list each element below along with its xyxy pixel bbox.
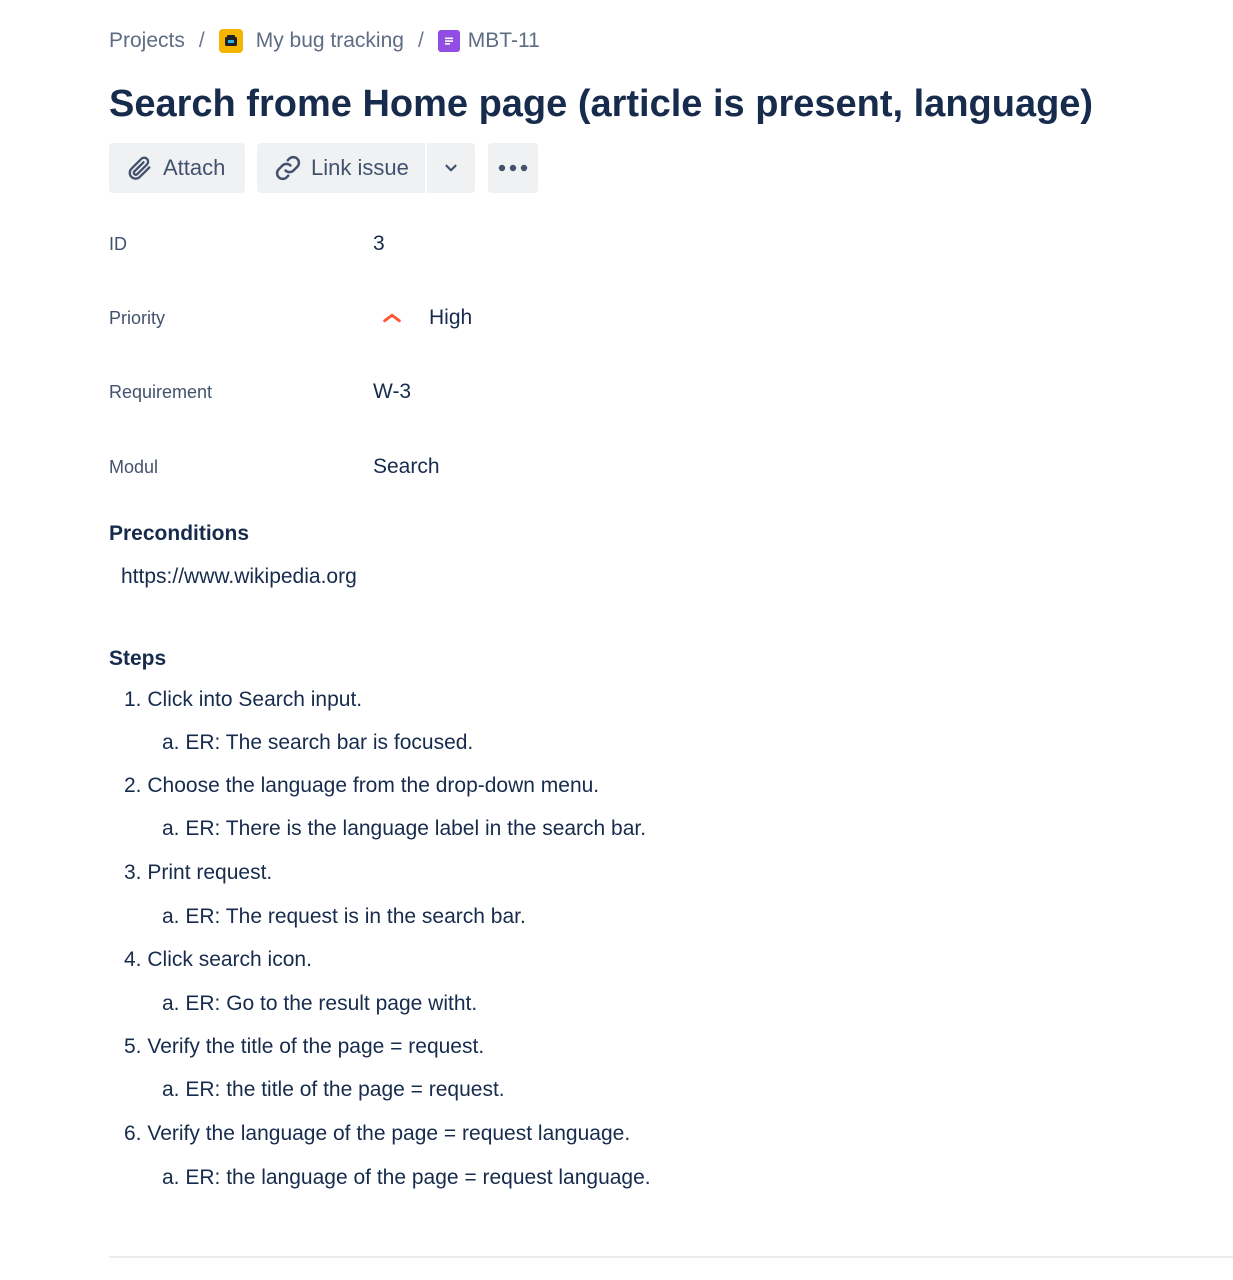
- story-icon: [437, 30, 460, 52]
- field-id-label: ID: [109, 233, 127, 254]
- breadcrumb-issue-key: MBT-11: [467, 29, 540, 52]
- preconditions-heading: Preconditions: [109, 522, 250, 545]
- field-id: ID 3: [109, 229, 385, 259]
- step-item: 3. Print request.: [124, 861, 272, 885]
- steps-heading: Steps: [109, 647, 167, 670]
- link-issue-button[interactable]: Link issue: [257, 143, 425, 193]
- field-id-value[interactable]: 3: [373, 232, 385, 256]
- step-expected-result: a. ER: Go to the result page witht.: [162, 992, 478, 1015]
- field-requirement: Requirement W-3: [109, 377, 411, 407]
- step-expected-result: a. ER: The request is in the search bar.: [162, 905, 526, 928]
- step-expected-result: a. ER: The search bar is focused.: [162, 731, 474, 754]
- breadcrumb-project[interactable]: My bug tracking: [218, 29, 404, 53]
- step-text: Verify the language of the page = reques…: [147, 1122, 631, 1145]
- breadcrumb-project-label: My bug tracking: [255, 29, 404, 52]
- link-issue-label: Link issue: [311, 155, 409, 180]
- link-issue-split-button: Link issue: [257, 143, 475, 193]
- field-priority: Priority High: [109, 303, 472, 333]
- paperclip-icon: [126, 154, 154, 182]
- step-item: 1. Click into Search input.: [124, 688, 362, 712]
- breadcrumb-projects-label: Projects: [109, 29, 185, 52]
- more-actions-button[interactable]: [488, 143, 538, 193]
- step-text: Choose the language from the drop-down m…: [147, 774, 600, 797]
- issue-view: Projects / My bug tracking / MBT-11 Sear…: [109, 0, 1233, 1280]
- breadcrumb-projects[interactable]: Projects: [109, 29, 185, 53]
- priority-high-icon: [381, 307, 403, 329]
- issue-toolbar: Attach Link issue: [109, 143, 538, 193]
- more-icon: [497, 163, 529, 173]
- section-divider: [109, 1256, 1233, 1258]
- field-priority-label: Priority: [109, 307, 166, 328]
- step-expected-result: a. ER: the language of the page = reques…: [162, 1166, 651, 1189]
- step-number: 3.: [124, 861, 142, 884]
- field-priority-value[interactable]: High: [373, 306, 472, 330]
- step-expected-result: a. ER: the title of the page = request.: [162, 1078, 505, 1101]
- preconditions-text[interactable]: https://www.wikipedia.org: [121, 565, 357, 589]
- step-number: 2.: [124, 774, 142, 797]
- step-item: 4. Click search icon.: [124, 948, 312, 972]
- step-number: 1.: [124, 688, 142, 711]
- breadcrumb-issue[interactable]: MBT-11: [437, 29, 540, 53]
- step-number: 5.: [124, 1035, 142, 1058]
- attach-button[interactable]: Attach: [109, 143, 245, 193]
- step-text: Click search icon.: [147, 948, 312, 971]
- step-item: 2. Choose the language from the drop-dow…: [124, 774, 599, 798]
- link-issue-dropdown-button[interactable]: [427, 143, 475, 193]
- field-requirement-value[interactable]: W-3: [373, 380, 411, 404]
- step-item: 6. Verify the language of the page = req…: [124, 1122, 630, 1146]
- field-modul-label: Modul: [109, 456, 159, 477]
- breadcrumb-separator: /: [198, 29, 205, 52]
- step-number: 6.: [124, 1122, 142, 1145]
- field-modul-value[interactable]: Search: [373, 455, 440, 479]
- issue-title[interactable]: Search frome Home page (article is prese…: [109, 80, 1093, 128]
- step-text: Print request.: [147, 861, 273, 884]
- priority-text: High: [429, 306, 473, 329]
- project-avatar-icon: [218, 29, 243, 53]
- step-number: 4.: [124, 948, 142, 971]
- breadcrumb-separator: /: [417, 29, 424, 52]
- step-text: Click into Search input.: [147, 688, 363, 711]
- step-item: 5. Verify the title of the page = reques…: [124, 1035, 484, 1059]
- link-icon: [273, 153, 303, 183]
- chevron-down-icon: [442, 159, 460, 177]
- breadcrumb: Projects / My bug tracking / MBT-11: [109, 27, 540, 55]
- attach-label: Attach: [163, 155, 226, 180]
- field-modul: Modul Search: [109, 452, 440, 482]
- field-requirement-label: Requirement: [109, 381, 213, 402]
- step-expected-result: a. ER: There is the language label in th…: [162, 817, 647, 840]
- step-text: Verify the title of the page = request.: [147, 1035, 485, 1058]
